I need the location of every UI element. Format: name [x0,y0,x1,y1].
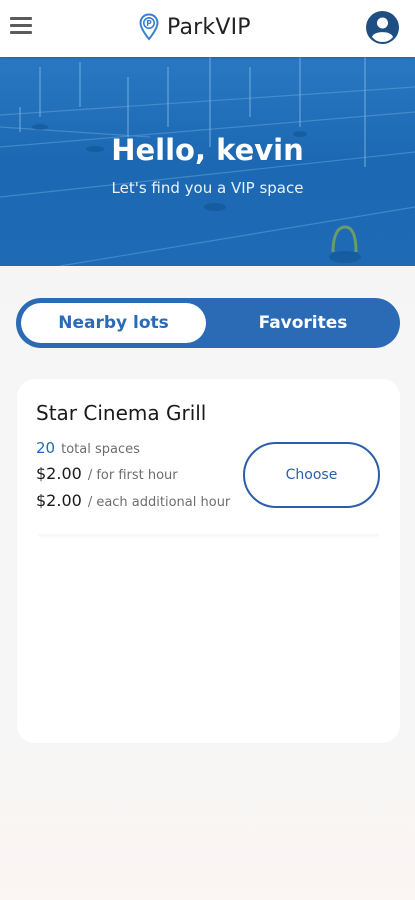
brand-logo: P ParkVIP [139,12,251,42]
tab-favorites[interactable]: Favorites [216,303,390,343]
lot-card: Star Cinema Grill 20 total spaces $2.00 … [17,379,400,743]
brand-name: ParkVIP [167,14,251,40]
spaces-row: 20 total spaces [36,439,140,457]
card-divider [39,534,379,539]
first-hour-label: / for first hour [87,468,178,483]
first-hour-price: $2.00 [36,464,82,483]
spaces-label: total spaces [61,442,140,457]
svg-text:P: P [146,19,152,28]
greeting-title: Hello, kevin [111,133,304,167]
lot-name: Star Cinema Grill [36,401,207,425]
additional-hour-label: / each additional hour [87,495,231,510]
parking-pin-icon: P [139,13,159,41]
account-circle-icon[interactable] [365,10,400,45]
hero-banner: Hello, kevin Let's find you a VIP space [0,57,415,266]
tab-nearby-lots[interactable]: Nearby lots [21,303,206,343]
spaces-count: 20 [36,439,56,457]
top-app-bar: P ParkVIP [0,0,415,57]
first-hour-row: $2.00 / for first hour [36,464,178,483]
greeting-subtitle: Let's find you a VIP space [111,179,304,197]
lot-tabs: Nearby lots Favorites [16,298,400,348]
choose-button[interactable]: Choose [243,442,380,508]
additional-hour-price: $2.00 [36,491,82,510]
hamburger-menu-icon[interactable] [10,17,32,35]
additional-hour-row: $2.00 / each additional hour [36,491,230,510]
